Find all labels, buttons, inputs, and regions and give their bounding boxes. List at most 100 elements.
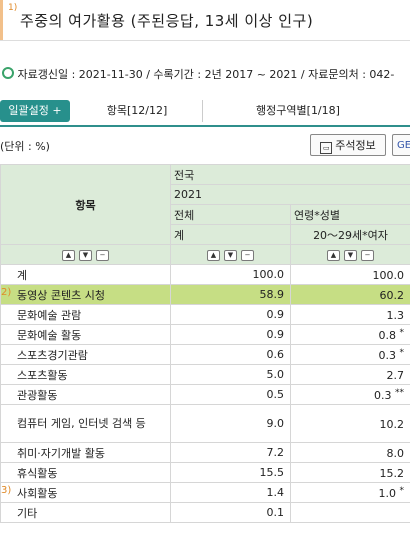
value-text: 0.3 bbox=[378, 348, 397, 362]
row-label: 취미·자기개발 활동 bbox=[17, 446, 105, 460]
bulk-settings-button[interactable]: 일괄설정 + bbox=[0, 100, 70, 122]
value-cell: 100.0 bbox=[170, 264, 291, 285]
sort-up-icon[interactable]: ▲ bbox=[62, 249, 75, 261]
row-label-cell: 2) 동영상 콘텐츠 시청 bbox=[0, 284, 171, 305]
tab-region[interactable]: 행정구역별[1/18] bbox=[203, 100, 393, 122]
value-cell: 15.5 bbox=[170, 462, 291, 483]
info-circle-icon bbox=[2, 67, 14, 79]
value-cell: 9.0 bbox=[170, 404, 291, 443]
col-sort-controls: ▲ ▼ − bbox=[170, 244, 291, 265]
value-cell: 100.0 bbox=[290, 264, 410, 285]
value-text: 100.0 bbox=[372, 268, 405, 282]
title-footnote-marker: 1) bbox=[8, 3, 18, 13]
sort-up-icon[interactable]: ▲ bbox=[327, 249, 340, 261]
value-flag: * bbox=[399, 485, 405, 496]
table-row: 취미·자기개발 활동 7.2 8.0 bbox=[0, 442, 410, 463]
value-cell: 10.2 bbox=[290, 404, 410, 443]
header-cell: 연령*성별 bbox=[290, 204, 410, 225]
value-flag: * bbox=[399, 327, 405, 338]
row-label: 문화예술 관람 bbox=[17, 308, 82, 322]
collapse-icon[interactable]: − bbox=[361, 249, 374, 261]
row-label: 사회활동 bbox=[17, 486, 58, 500]
header-cell: 2021 bbox=[170, 184, 291, 205]
table-row: 계 100.0 100.0 bbox=[0, 264, 410, 285]
sort-up-icon[interactable]: ▲ bbox=[207, 249, 220, 261]
sort-down-icon[interactable]: ▼ bbox=[344, 249, 357, 261]
value-text: 15.2 bbox=[379, 466, 405, 480]
note-info-button[interactable]: ▭ 주석정보 bbox=[310, 134, 386, 156]
row-label-cell: 휴식활동 bbox=[0, 462, 171, 483]
value-cell bbox=[290, 502, 410, 523]
header-cell: 20～29세*여자 bbox=[290, 224, 410, 245]
value-cell: 1.3 bbox=[290, 304, 410, 325]
value-cell: 7.2 bbox=[170, 442, 291, 463]
page-title-bar: 1) 주중의 여가활용 (주된응답, 13세 이상 인구) bbox=[0, 0, 410, 41]
value-text: 8.0 bbox=[386, 446, 405, 460]
table-row: 기타 0.1 bbox=[0, 502, 410, 523]
header-cell: 전국 bbox=[170, 164, 291, 185]
metadata-text: 자료갱신일 : 2021-11-30 / 수록기간 : 2년 2017 ~ 20… bbox=[17, 68, 395, 81]
table-row: 문화예술 활동 0.9 0.8 * bbox=[0, 324, 410, 345]
settings-tabs: 일괄설정 + 항목[12/12] 행정구역별[1/18] bbox=[0, 98, 410, 127]
header-cell: 전체 bbox=[170, 204, 291, 225]
item-header: 항목 bbox=[0, 164, 171, 245]
value-cell: 60.2 bbox=[290, 284, 410, 305]
row-label-cell: 기타 bbox=[0, 502, 171, 523]
row-label: 관광활동 bbox=[17, 388, 58, 402]
row-label-cell: 계 bbox=[0, 264, 171, 285]
value-cell: 0.3 ** bbox=[290, 384, 410, 405]
value-cell: 1.0 * bbox=[290, 482, 410, 503]
value-cell: 0.5 bbox=[170, 384, 291, 405]
sort-down-icon[interactable]: ▼ bbox=[224, 249, 237, 261]
value-cell: 0.3 * bbox=[290, 344, 410, 365]
value-cell: 0.9 bbox=[170, 304, 291, 325]
value-text: 0.8 bbox=[378, 328, 397, 342]
data-table: 항목 전국 2021 전체 연령*성별 계 20～29세*여자 ▲ ▼ − ▲ ▼ − … bbox=[0, 164, 410, 523]
table-row: 관광활동 0.5 0.3 ** bbox=[0, 384, 410, 405]
title-accent bbox=[0, 0, 3, 40]
row-label-cell: 문화예술 관람 bbox=[0, 304, 171, 325]
value-cell: 0.8 * bbox=[290, 324, 410, 345]
row-label-cell: 취미·자기개발 활동 bbox=[0, 442, 171, 463]
note-icon: ▭ bbox=[320, 142, 333, 154]
row-label: 휴식활동 bbox=[17, 466, 58, 480]
row-label: 동영상 콘텐츠 시청 bbox=[17, 288, 105, 302]
value-text: 60.2 bbox=[379, 288, 405, 302]
value-cell: 8.0 bbox=[290, 442, 410, 463]
row-label-cell: 문화예술 활동 bbox=[0, 324, 171, 345]
value-text: 1.0 bbox=[378, 486, 397, 500]
value-text: 0.3 bbox=[374, 388, 392, 402]
row-label: 스포츠활동 bbox=[17, 368, 68, 382]
row-footnote-marker: 2) bbox=[1, 286, 12, 298]
value-flag: * bbox=[399, 347, 405, 358]
share-button[interactable]: GE bbox=[392, 134, 410, 156]
row-label: 컴퓨터 게임, 인터넷 검색 등 bbox=[17, 416, 146, 430]
row-label-cell: 스포츠활동 bbox=[0, 364, 171, 385]
collapse-icon[interactable]: − bbox=[241, 249, 254, 261]
unit-label: (단위 : %) bbox=[0, 140, 50, 153]
value-text: 10.2 bbox=[379, 418, 405, 431]
table-row: 3) 사회활동 1.4 1.0 * bbox=[0, 482, 410, 503]
row-label: 기타 bbox=[17, 506, 38, 520]
value-cell: 2.7 bbox=[290, 364, 410, 385]
col-sort-controls: ▲ ▼ − bbox=[290, 244, 410, 265]
value-cell: 15.2 bbox=[290, 462, 410, 483]
value-text: 1.3 bbox=[386, 308, 405, 322]
sort-down-icon[interactable]: ▼ bbox=[79, 249, 92, 261]
collapse-icon[interactable]: − bbox=[96, 249, 109, 261]
row-label-cell: 컴퓨터 게임, 인터넷 검색 등 bbox=[0, 404, 171, 443]
tab-items[interactable]: 항목[12/12] bbox=[72, 100, 203, 122]
table-row: 스포츠활동 5.0 2.7 bbox=[0, 364, 410, 385]
note-button-label: 주석정보 bbox=[335, 139, 376, 152]
value-cell: 0.1 bbox=[170, 502, 291, 523]
row-footnote-marker: 3) bbox=[1, 484, 12, 496]
value-cell: 5.0 bbox=[170, 364, 291, 385]
row-label: 계 bbox=[17, 268, 28, 282]
table-row: 컴퓨터 게임, 인터넷 검색 등 9.0 10.2 bbox=[0, 404, 410, 443]
page-title: 주중의 여가활용 (주된응답, 13세 이상 인구) bbox=[20, 12, 314, 30]
row-label-cell: 관광활동 bbox=[0, 384, 171, 405]
header-cell bbox=[290, 184, 410, 205]
header-cell bbox=[290, 164, 410, 185]
table-row: 스포츠경기관람 0.6 0.3 * bbox=[0, 344, 410, 365]
value-cell: 58.9 bbox=[170, 284, 291, 305]
